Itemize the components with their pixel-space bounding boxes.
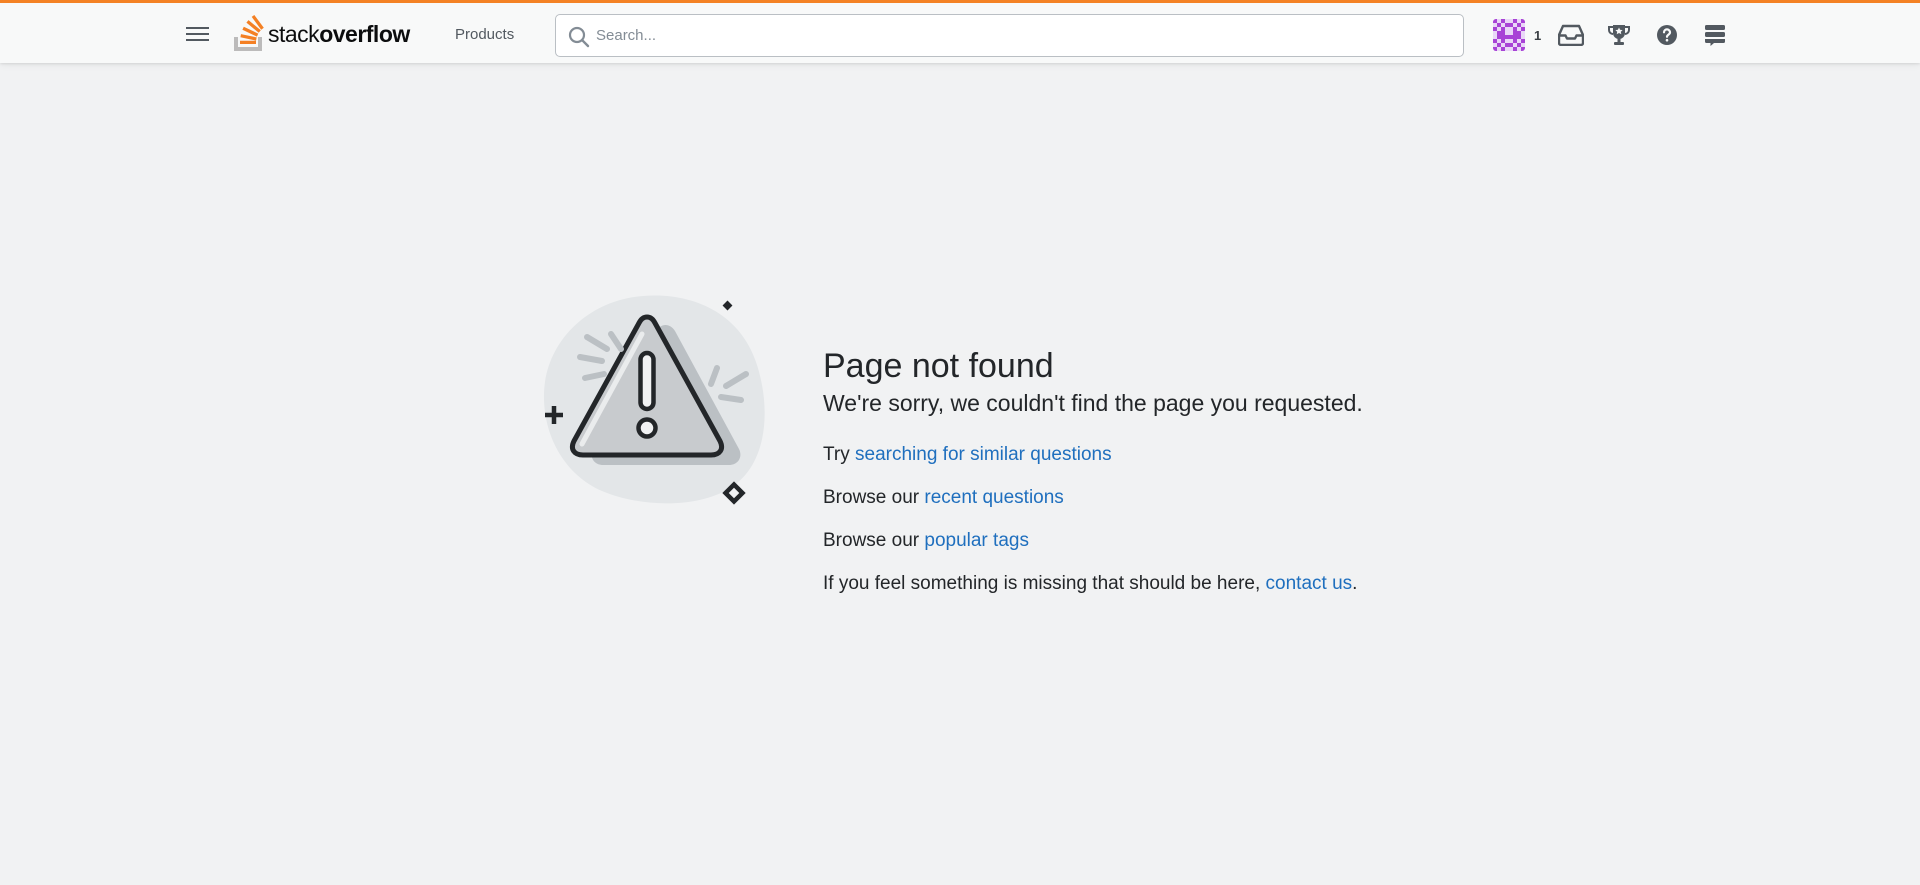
suggestion-contact: If you feel something is missing that sh… — [823, 572, 1523, 596]
search-similar-questions-link[interactable]: searching for similar questions — [855, 444, 1112, 465]
suggestion-recent: Browse our recent questions — [823, 486, 1523, 510]
logo-text-bold: overflow — [319, 20, 410, 47]
help-icon — [1657, 25, 1678, 45]
suggestion-prefix: Browse our — [823, 486, 925, 508]
page-title: Page not found — [823, 347, 1054, 385]
site-switcher-button[interactable] — [1691, 12, 1739, 58]
suggestion-list: Try searching for similar questions Brow… — [823, 443, 1523, 596]
search-box — [555, 14, 1464, 57]
suggestion-prefix: Try — [823, 443, 856, 465]
inbox-button[interactable] — [1547, 12, 1595, 58]
achievements-button[interactable] — [1595, 12, 1643, 58]
stackoverflow-logo[interactable]: stackoverflow — [232, 12, 410, 52]
inbox-icon — [1558, 24, 1585, 46]
hamburger-icon-bar — [185, 27, 209, 29]
help-button[interactable] — [1643, 12, 1691, 58]
topbar-actions: 1 — [1486, 12, 1739, 58]
popular-tags-link[interactable]: popular tags — [924, 530, 1029, 551]
avatar — [1493, 19, 1525, 51]
error-text-block: Page not found We're sorry, we couldn't … — [823, 346, 1523, 596]
suggestion-tags: Browse our popular tags — [823, 529, 1523, 553]
user-profile-button[interactable]: 1 — [1486, 12, 1547, 58]
identicon-image — [1493, 19, 1525, 51]
site-switcher-icon — [1705, 25, 1726, 46]
error-subtitle: We're sorry, we couldn't find the page y… — [823, 389, 1363, 416]
contact-us-link[interactable]: contact us — [1266, 573, 1353, 594]
hamburger-menu-button[interactable] — [181, 20, 213, 48]
suggestion-prefix: Browse our — [823, 529, 925, 551]
top-bar: stackoverflow Products Search... 1 — [0, 0, 1920, 63]
hamburger-icon-bar — [185, 39, 209, 41]
suggestion-prefix: If you feel something is missing that sh… — [823, 572, 1266, 594]
suggestion-suffix: . — [1352, 572, 1358, 594]
warning-illustration — [543, 295, 765, 505]
products-link[interactable]: Products — [440, 20, 529, 49]
logo-wordmark: stackoverflow — [268, 21, 410, 48]
trophy-icon — [1608, 25, 1631, 45]
search-icon — [568, 26, 590, 48]
hamburger-icon-bar — [185, 33, 209, 35]
stack-logo-icon — [234, 15, 264, 51]
search-input[interactable] — [596, 15, 1446, 56]
suggestion-search: Try searching for similar questions — [823, 443, 1523, 467]
recent-questions-link[interactable]: recent questions — [924, 487, 1063, 508]
logo-text-light: stack — [268, 20, 320, 47]
reputation-count: 1 — [1534, 27, 1542, 43]
